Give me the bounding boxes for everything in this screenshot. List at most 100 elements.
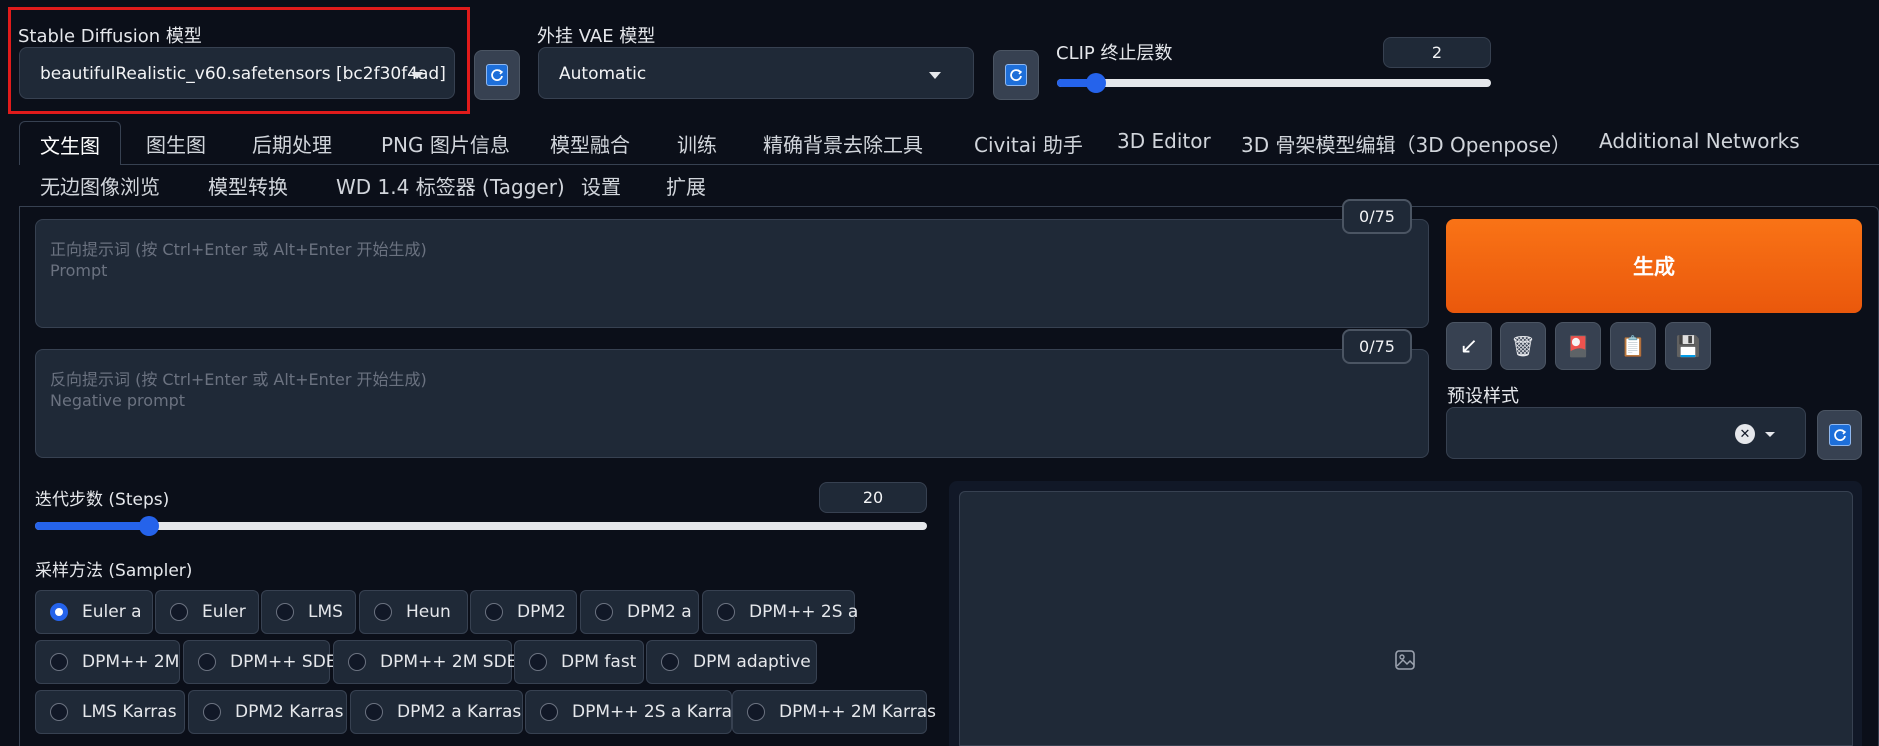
sampler-option-label: DPM++ 2M SDE (380, 652, 518, 672)
radio-circle-icon[interactable] (485, 603, 503, 621)
sampler-option-label: DPM++ SDE (230, 652, 337, 672)
tab-infinite-image-browsing[interactable]: 无边图像浏览 (40, 171, 160, 200)
tab-extras[interactable]: 后期处理 (252, 129, 332, 158)
refresh-icon (1005, 64, 1027, 86)
tab-settings[interactable]: 设置 (581, 171, 621, 200)
radio-circle-icon[interactable] (365, 703, 383, 721)
sampler-option-label: DPM fast (561, 652, 637, 672)
sampler-option[interactable]: LMS Karras (35, 690, 185, 734)
tab-additional-networks[interactable]: Additional Networks (1599, 129, 1800, 153)
sd-model-value: beautifulRealistic_v60.safetensors [bc2f… (40, 64, 446, 84)
steps-slider-thumb[interactable] (138, 516, 159, 536)
sampler-label: 采样方法 (Sampler) (35, 561, 193, 581)
radio-circle-icon[interactable] (50, 653, 68, 671)
clear-icon[interactable]: ✕ (1735, 424, 1755, 444)
negative-prompt-textarea[interactable]: 反向提示词 (按 Ctrl+Enter 或 Alt+Enter 开始生成) Ne… (35, 349, 1429, 458)
sampler-option[interactable]: LMS (261, 590, 356, 634)
sampler-option[interactable]: Heun (359, 590, 468, 634)
vae-refresh-button[interactable] (993, 50, 1039, 100)
negative-prompt-placeholder-line1: 反向提示词 (按 Ctrl+Enter 或 Alt+Enter 开始生成) (50, 370, 427, 389)
tab-wd14-tagger[interactable]: WD 1.4 标签器 (Tagger) (336, 171, 565, 200)
radio-circle-icon[interactable] (595, 603, 613, 621)
sampler-option-label: LMS Karras (82, 702, 177, 722)
paste-params-button[interactable]: ↙ (1446, 322, 1492, 370)
sampler-option[interactable]: DPM++ 2S a (702, 590, 858, 634)
clip-slider[interactable] (1057, 73, 1491, 93)
tab-png-info[interactable]: PNG 图片信息 (381, 129, 510, 158)
sampler-option[interactable]: DPM++ 2M (35, 640, 180, 684)
sampler-option[interactable]: Euler (155, 590, 259, 634)
sampler-option-label: DPM2 a Karras (397, 702, 522, 722)
prompt-placeholder-line2: Prompt (50, 261, 108, 280)
negative-prompt-placeholder-line2: Negative prompt (50, 391, 186, 410)
tab-extensions[interactable]: 扩展 (666, 171, 706, 200)
sampler-option-label: DPM2 (517, 602, 566, 622)
tab-train[interactable]: 训练 (677, 129, 717, 158)
tab-txt2img[interactable]: 文生图 (19, 121, 121, 165)
clip-slider-thumb[interactable] (1086, 73, 1107, 93)
show-extra-networks-button[interactable]: 🎴 (1555, 322, 1601, 370)
steps-slider[interactable] (35, 516, 927, 536)
tab-model-converter[interactable]: 模型转换 (208, 171, 288, 200)
prompt-textarea[interactable]: 正向提示词 (按 Ctrl+Enter 或 Alt+Enter 开始生成) Pr… (35, 219, 1429, 328)
sampler-option[interactable]: DPM++ SDE (183, 640, 337, 684)
sampler-option-label: DPM++ 2S a Karras (572, 702, 741, 722)
sampler-option[interactable]: DPM2 a Karras (350, 690, 523, 734)
tab-3d-openpose[interactable]: 3D 骨架模型编辑（3D Openpose） (1241, 129, 1571, 158)
sampler-option[interactable]: DPM++ 2M SDE (333, 640, 517, 684)
prompt-placeholder-line1: 正向提示词 (按 Ctrl+Enter 或 Alt+Enter 开始生成) (50, 240, 427, 259)
tab-img2img[interactable]: 图生图 (146, 129, 206, 158)
sampler-option-label: Euler a (82, 602, 142, 622)
sampler-option-label: LMS (308, 602, 343, 622)
styles-dropdown[interactable]: ✕ (1446, 407, 1806, 459)
tab-background-removal[interactable]: 精确背景去除工具 (763, 129, 923, 158)
radio-circle-icon[interactable] (348, 653, 366, 671)
prompt-token-counter: 0/75 (1342, 199, 1412, 234)
tab-checkpoint-merger[interactable]: 模型融合 (550, 129, 630, 158)
sampler-option[interactable]: DPM2 a (580, 590, 699, 634)
radio-circle-icon[interactable] (170, 603, 188, 621)
sampler-option-label: DPM++ 2M Karras (779, 702, 937, 722)
sampler-option[interactable]: DPM2 (470, 590, 577, 634)
generate-button[interactable]: 生成 (1446, 219, 1862, 313)
sampler-option-label: Heun (406, 602, 451, 622)
vae-label: 外挂 VAE 模型 (537, 26, 656, 47)
generate-button-label: 生成 (1633, 255, 1675, 279)
radio-circle-icon[interactable] (717, 603, 735, 621)
styles-refresh-button[interactable] (1817, 410, 1862, 460)
card-icon: 🎴 (1565, 334, 1591, 358)
clear-prompt-button[interactable]: 🗑 (1500, 322, 1546, 370)
radio-circle-icon[interactable] (203, 703, 221, 721)
refresh-icon (486, 64, 508, 86)
sampler-option-label: Euler (202, 602, 246, 622)
image-placeholder-icon (1394, 649, 1416, 675)
radio-circle-icon[interactable] (661, 653, 679, 671)
apply-style-button[interactable]: 📋 (1610, 322, 1656, 370)
save-style-button[interactable]: 💾 (1665, 322, 1711, 370)
steps-number-input[interactable]: 20 (819, 482, 927, 513)
radio-circle-icon[interactable] (50, 603, 68, 621)
radio-circle-icon[interactable] (276, 603, 294, 621)
clipboard-icon: 📋 (1620, 334, 1646, 358)
sampler-option[interactable]: DPM++ 2S a Karras (525, 690, 741, 734)
radio-circle-icon[interactable] (540, 703, 558, 721)
refresh-icon (1828, 424, 1851, 446)
tab-civitai-helper[interactable]: Civitai 助手 (974, 129, 1083, 158)
sampler-option[interactable]: DPM fast (514, 640, 644, 684)
radio-circle-icon[interactable] (198, 653, 216, 671)
radio-circle-icon[interactable] (747, 703, 765, 721)
sampler-option[interactable]: DPM++ 2M Karras (732, 690, 936, 734)
sampler-option[interactable]: Euler a (35, 590, 153, 634)
vae-value: Automatic (559, 64, 647, 84)
sampler-option[interactable]: DPM adaptive (646, 640, 817, 684)
output-image-area (959, 491, 1853, 746)
sampler-option[interactable]: DPM2 Karras (188, 690, 347, 734)
tab-3d-editor[interactable]: 3D Editor (1117, 129, 1211, 153)
clip-number-input[interactable]: 2 (1383, 37, 1491, 68)
radio-circle-icon[interactable] (50, 703, 68, 721)
sd-model-refresh-button[interactable] (474, 50, 520, 100)
sd-model-dropdown[interactable]: beautifulRealistic_v60.safetensors [bc2f… (19, 47, 455, 99)
radio-circle-icon[interactable] (374, 603, 392, 621)
radio-circle-icon[interactable] (529, 653, 547, 671)
vae-dropdown[interactable]: Automatic (538, 47, 974, 99)
